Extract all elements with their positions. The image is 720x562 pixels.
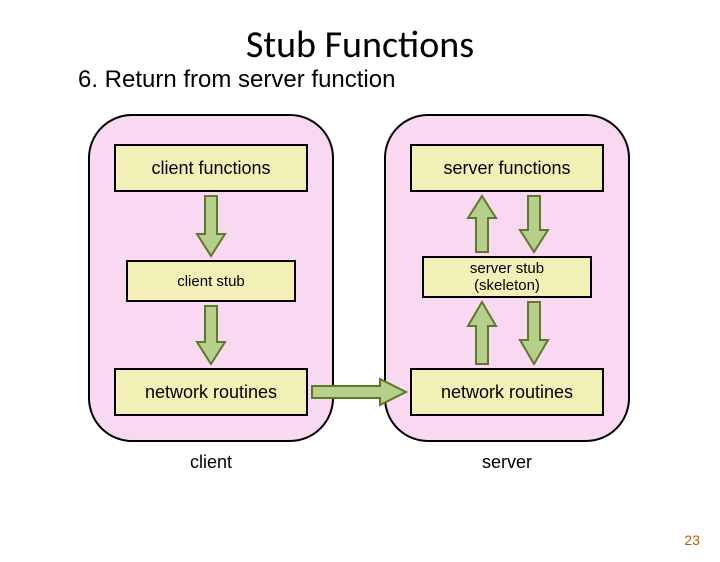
box-client-functions: client functions — [114, 144, 308, 192]
box-server-functions: server functions — [410, 144, 604, 192]
slide-title: Stub Functions — [0, 22, 720, 68]
box-client-stub: client stub — [126, 260, 296, 302]
diagram-stage: client functions client stub network rou… — [0, 104, 720, 484]
box-client-network: network routines — [114, 368, 308, 416]
arrow-down-icon — [195, 194, 227, 258]
arrow-right-icon — [310, 377, 408, 407]
slide-subtitle: 6. Return from server function — [78, 66, 720, 94]
arrow-down-icon — [518, 194, 550, 254]
arrow-down-icon — [195, 304, 227, 366]
caption-client: client — [161, 452, 261, 473]
box-server-stub: server stub (skeleton) — [422, 256, 592, 298]
page-number: 23 — [684, 532, 700, 548]
arrow-up-icon — [466, 300, 498, 366]
arrow-down-icon — [518, 300, 550, 366]
caption-server: server — [457, 452, 557, 473]
server-stub-line2: (skeleton) — [474, 277, 540, 294]
arrow-up-icon — [466, 194, 498, 254]
server-stub-line1: server stub — [470, 260, 544, 277]
box-server-network: network routines — [410, 368, 604, 416]
